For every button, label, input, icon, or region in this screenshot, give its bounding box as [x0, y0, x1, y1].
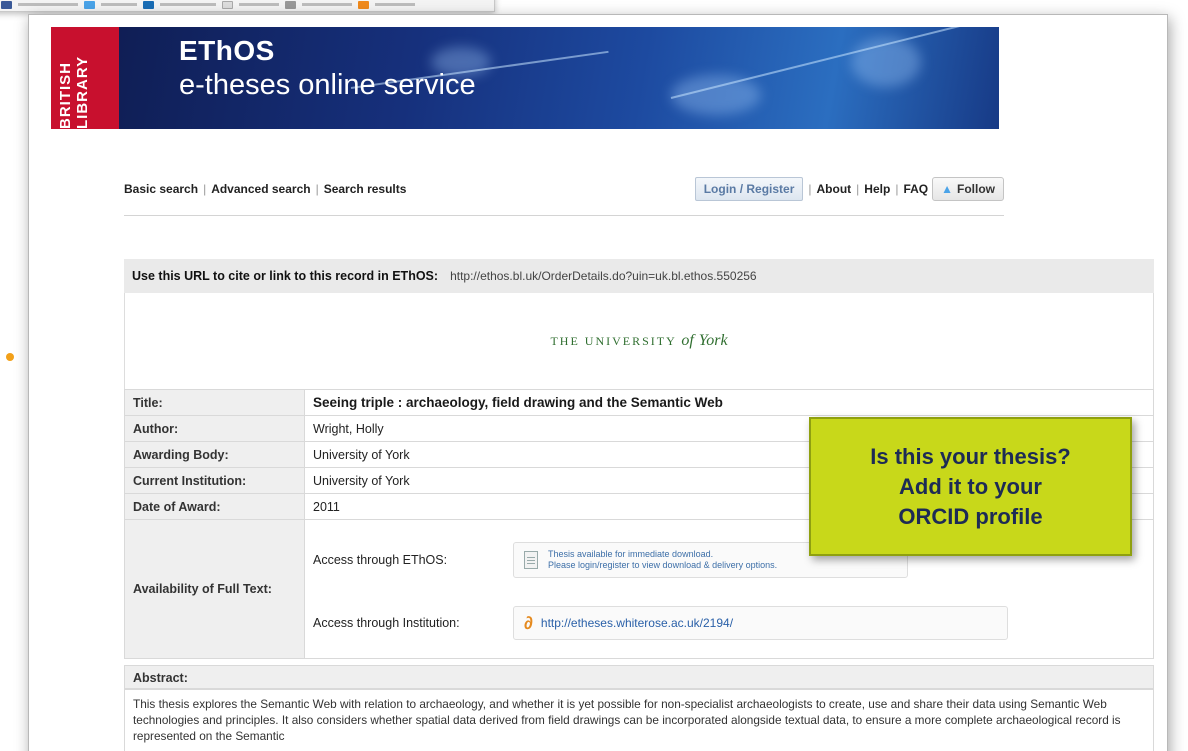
nav-advanced-search[interactable]: Advanced search [211, 182, 310, 196]
nav-right: Login / Register | About | Help | FAQ ▲ … [694, 177, 1004, 201]
twitter-follow-button[interactable]: ▲ Follow [932, 177, 1004, 201]
brand-title: EThOS [179, 35, 275, 66]
twitter-icon [84, 1, 95, 9]
facebook-icon [1, 1, 12, 9]
access-institution-row: Access through Institution: ∂ http://eth… [313, 606, 1008, 640]
abstract-heading: Abstract: [124, 665, 1154, 689]
email-icon [222, 1, 233, 9]
nav-basic-search[interactable]: Basic search [124, 182, 198, 196]
university-of-york-logo: THE UNIVERSITY of York [550, 332, 728, 349]
login-register-button[interactable]: Login / Register [694, 177, 804, 201]
document-icon [524, 551, 538, 569]
ethos-brand: EThOS e-theses online service [179, 35, 476, 102]
brand-subtitle: e-theses online service [179, 69, 476, 101]
nav-about[interactable]: About [817, 182, 852, 196]
follow-label: Follow [957, 182, 995, 196]
thesis-title: Seeing triple : archaeology, field drawi… [304, 389, 1154, 416]
nav-faq[interactable]: FAQ [903, 182, 928, 196]
nav-divider [124, 215, 1004, 216]
linkedin-icon [143, 1, 154, 9]
cite-label: Use this URL to cite or link to this rec… [132, 269, 439, 283]
orange-dot [6, 353, 14, 361]
cite-url[interactable]: http://ethos.bl.uk/OrderDetails.do?uin=u… [450, 269, 757, 283]
university-logo-row: THE UNIVERSITY of York [124, 293, 1154, 389]
main-nav: Basic search | Advanced search | Search … [124, 175, 1004, 203]
nav-search-results[interactable]: Search results [324, 182, 407, 196]
background-window [0, 0, 495, 12]
institution-url-link[interactable]: http://etheses.whiterose.ac.uk/2194/ [541, 616, 733, 630]
cite-url-bar: Use this URL to cite or link to this rec… [124, 259, 1154, 293]
background-toolbar [1, 1, 501, 11]
british-library-logo: BRITISH LIBRARY [51, 27, 119, 129]
ethos-record-window: BRITISH LIBRARY EThOS e-theses online se… [28, 14, 1168, 751]
access-institution-box[interactable]: ∂ http://etheses.whiterose.ac.uk/2194/ [513, 606, 1008, 640]
nav-help[interactable]: Help [864, 182, 890, 196]
open-access-lock-icon: ∂ [524, 612, 533, 633]
print-icon [285, 1, 296, 9]
table-row-title: Title: Seeing triple : archaeology, fiel… [124, 389, 1154, 416]
abstract-text: This thesis explores the Semantic Web wi… [124, 689, 1154, 751]
rss-icon [358, 1, 369, 9]
orcid-callout[interactable]: Is this your thesis? Add it to your ORCI… [809, 417, 1132, 556]
nav-left: Basic search | Advanced search | Search … [124, 182, 407, 196]
ethos-banner: BRITISH LIBRARY EThOS e-theses online se… [51, 27, 999, 129]
twitter-bird-icon: ▲ [941, 182, 953, 196]
